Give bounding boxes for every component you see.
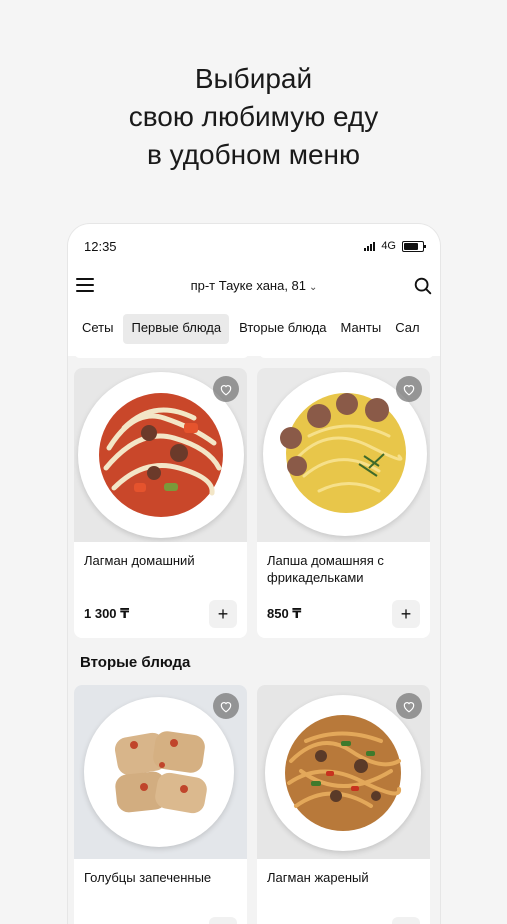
phone-screen: 12:35 4G пр-т Тауке хана, 81 ⌄ Сеты Перв… [68, 224, 440, 924]
add-to-cart-button[interactable]: + [209, 600, 237, 628]
cabbage-rolls-illustration [114, 731, 207, 814]
address-label: пр-т Тауке хана, 81 [190, 278, 307, 293]
tab-manty[interactable]: Манты [337, 314, 386, 344]
section-title: Вторые блюда [80, 654, 191, 671]
headline-line-1: Выбирай [194, 63, 313, 94]
previous-cards-edge [74, 352, 434, 358]
tab-salads[interactable]: Сал [391, 314, 423, 344]
product-card[interactable]: Лагман жареный + [257, 685, 430, 924]
product-card[interactable]: Лагман домашний 1 300 ₸ + [74, 368, 247, 638]
category-tabs: Сеты Первые блюда Вторые блюда Манты Сал [78, 314, 440, 344]
favorite-button[interactable] [396, 376, 422, 402]
product-name: Лагман жареный [267, 870, 369, 885]
product-image [74, 685, 247, 859]
header-nav: пр-т Тауке хана, 81 ⌄ [68, 272, 440, 302]
tab-sets[interactable]: Сеты [78, 314, 117, 344]
heart-icon [220, 701, 232, 712]
add-to-cart-button[interactable]: + [392, 917, 420, 924]
network-label: 4G [381, 240, 396, 252]
product-name: Лапша домашняя с фрикадельками [267, 553, 384, 585]
heart-icon [403, 384, 415, 395]
product-price: 1 300 ₸ [84, 606, 130, 621]
address-selector[interactable]: пр-т Тауке хана, 81 ⌄ [68, 278, 440, 293]
status-bar: 12:35 4G [84, 236, 426, 256]
heart-icon [220, 384, 232, 395]
headline-line-2: свою любимую еду [128, 101, 379, 132]
product-price: 850 ₸ [267, 606, 302, 621]
laghman-dish-illustration [99, 393, 223, 517]
signal-icon [364, 241, 376, 251]
favorite-button[interactable] [213, 376, 239, 402]
favorite-button[interactable] [396, 693, 422, 719]
search-icon[interactable] [412, 275, 434, 297]
product-card[interactable]: Лапша домашняя с фрикадельками 850 ₸ + [257, 368, 430, 638]
tab-first-courses[interactable]: Первые блюда [123, 314, 230, 344]
fried-laghman-illustration [285, 715, 401, 831]
favorite-button[interactable] [213, 693, 239, 719]
product-image [257, 685, 430, 859]
product-image [257, 368, 430, 542]
top-bar: 12:35 4G пр-т Тауке хана, 81 ⌄ Сеты Перв… [68, 224, 440, 356]
battery-icon [402, 240, 426, 252]
chevron-down-icon: ⌄ [309, 282, 318, 293]
add-to-cart-button[interactable]: + [209, 917, 237, 924]
tab-second-courses[interactable]: Вторые блюда [235, 314, 330, 344]
promo-headline: Выбирай свою любимую еду в удобном меню [0, 60, 507, 174]
heart-icon [403, 701, 415, 712]
noodle-soup-illustration [280, 393, 406, 513]
status-time: 12:35 [84, 238, 117, 254]
product-card[interactable]: Голубцы запеченные + [74, 685, 247, 924]
product-name: Голубцы запеченные [84, 870, 212, 885]
product-name: Лагман домашний [84, 553, 195, 568]
add-to-cart-button[interactable]: + [392, 600, 420, 628]
headline-line-3: в удобном меню [146, 139, 361, 170]
product-image [74, 368, 247, 542]
